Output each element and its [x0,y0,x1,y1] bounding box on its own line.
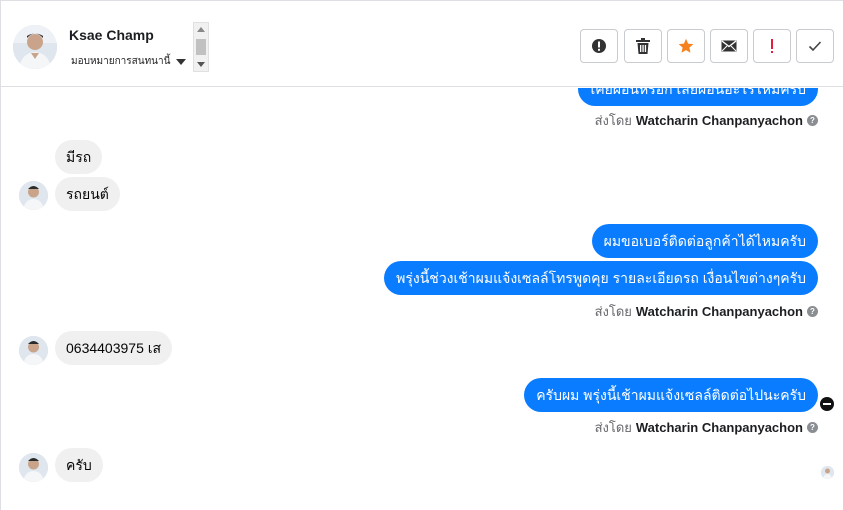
incoming-message[interactable]: มีรถ [55,140,103,174]
outgoing-message[interactable]: พรุ่งนี้ช่วงเช้าผมแจ้งเซลล์โทรพูดคุย ราย… [384,261,818,295]
help-icon[interactable]: ? [807,306,818,317]
assign-conversation-dropdown[interactable]: มอบหมายการสนทนานี้ [71,54,187,69]
sent-by-label: ส่งโดย Watcharin Chanpanyachon ? [595,417,818,438]
conversation-panel: Ksae Champ มอบหมายการสนทนานี้ เคยผ่อนหรื… [0,0,843,510]
email-button[interactable] [710,29,748,63]
sent-by-prefix: ส่งโดย [594,420,632,435]
sent-by-label: ส่งโดย Watcharin Chanpanyachon ? [595,110,818,131]
star-icon [678,38,694,53]
outgoing-message[interactable]: ผมขอเบอร์ติดต่อลูกค้าได้ไหมครับ [591,224,818,258]
incoming-message[interactable]: รถยนต์ [55,177,120,211]
help-icon[interactable]: ? [807,115,818,126]
envelope-icon [721,40,737,52]
sender-name: Watcharin Chanpanyachon [635,420,803,435]
star-button[interactable] [667,29,705,63]
incoming-message[interactable]: 0634403975 เส [55,331,173,365]
contact-avatar-small [19,453,48,482]
mark-done-button[interactable] [796,29,834,63]
exclamation-icon [771,39,773,53]
delete-button[interactable] [624,29,662,63]
scroll-up-icon[interactable] [197,27,205,32]
sender-name: Watcharin Chanpanyachon [635,304,803,319]
alert-circle-icon [592,39,606,53]
contact-name[interactable]: Ksae Champ [69,27,154,43]
chevron-down-icon [176,58,187,65]
sender-name: Watcharin Chanpanyachon [635,113,803,128]
sent-by-prefix: ส่งโดย [594,304,632,319]
conversation-header: Ksae Champ มอบหมายการสนทนานี้ [1,7,843,87]
outgoing-message[interactable]: ครับผม พรุ่งนี้เช้าผมแจ้งเซลล์ติดต่อไปนะ… [524,378,818,412]
sent-by-label: ส่งโดย Watcharin Chanpanyachon ? [595,301,818,322]
header-scrollbar[interactable] [193,22,209,72]
scroll-down-icon[interactable] [197,62,205,67]
contact-avatar-small [19,181,48,210]
mark-spam-button[interactable] [580,29,618,63]
contact-avatar-small [19,336,48,365]
message-thread[interactable]: เคยผ่อนหรือก็ เสียผ่อนอะไรไหมครับ ส่งโดย… [1,88,843,510]
read-receipt-avatar [821,466,834,479]
check-icon [808,41,822,52]
incoming-message[interactable]: ครับ [55,448,103,482]
trash-icon [636,38,650,54]
follow-up-button[interactable] [753,29,791,63]
help-icon[interactable]: ? [807,422,818,433]
scroll-thumb[interactable] [196,39,206,55]
outgoing-message[interactable]: เคยผ่อนหรือก็ เสียผ่อนอะไรไหมครับ [578,88,818,106]
contact-avatar[interactable] [13,25,57,69]
delivered-status-icon [820,397,834,411]
sent-by-prefix: ส่งโดย [594,113,632,128]
assign-label: มอบหมายการสนทนานี้ [71,56,171,67]
